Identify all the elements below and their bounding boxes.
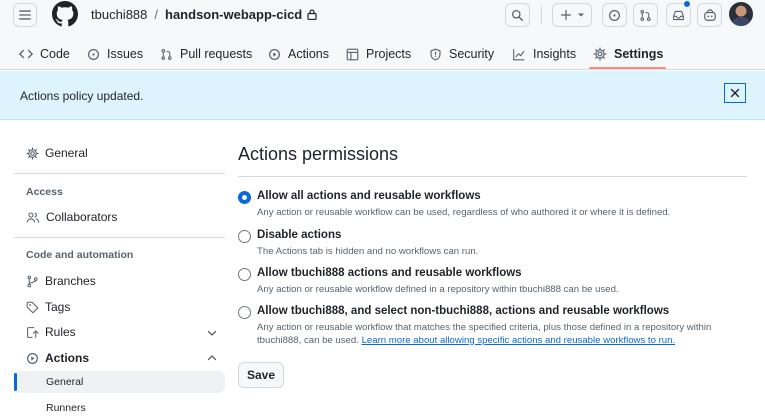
tab-label: Insights [533, 47, 577, 61]
copilot-icon [703, 8, 716, 21]
shield-icon [430, 48, 441, 60]
chevron-down-icon[interactable] [206, 327, 218, 339]
play-icon [27, 352, 38, 364]
option-description: Any action or reusable workflow can be u… [257, 207, 671, 218]
repo-owner-link[interactable]: tbuchi888 [91, 7, 147, 22]
copilot-button[interactable] [697, 3, 722, 27]
git-branch-icon [27, 275, 38, 287]
code-icon [19, 49, 33, 59]
tab-projects[interactable]: Projects [346, 38, 411, 70]
option-description: Any action or reusable workflow that mat… [257, 322, 752, 347]
notification-indicator [683, 0, 691, 8]
tab-label: Security [449, 47, 495, 61]
option-label[interactable]: Disable actions [257, 229, 341, 241]
sidebar-item-label: Branches [45, 274, 96, 288]
radio-allow-owner[interactable] [238, 268, 251, 281]
pull-request-icon [640, 9, 651, 21]
page-title: Actions permissions [238, 144, 399, 164]
tab-label: Pull requests [180, 47, 253, 61]
tag-icon [26, 301, 39, 313]
sidebar-heading-code-automation: Code and automation [26, 249, 134, 261]
option-description: Any action or reusable workflow defined … [257, 284, 619, 295]
lock-icon [307, 9, 317, 20]
sidebar-item-label: General [45, 146, 88, 160]
sidebar-subitem-runners[interactable]: Runners [14, 397, 225, 419]
play-icon [269, 48, 280, 60]
plus-icon [560, 9, 571, 21]
issue-opened-icon [88, 48, 99, 60]
tab-label: Actions [288, 47, 329, 61]
title-divider [238, 176, 747, 177]
tab-label: Projects [366, 47, 412, 61]
sidebar-item-branches[interactable]: Branches [26, 270, 96, 292]
option-label[interactable]: Allow tbuchi888, and select non-tbuchi88… [257, 305, 669, 317]
active-item-indicator [14, 373, 17, 391]
learn-more-link[interactable]: Learn more about allowing specific actio… [362, 335, 676, 346]
gear-icon [26, 146, 39, 160]
tab-label: Settings [614, 47, 664, 61]
sidebar-item-label: Rules [45, 325, 76, 339]
tab-code[interactable]: Code [19, 38, 70, 70]
sidebar-item-label: Collaborators [46, 210, 118, 224]
sidebar-subitem-label: General [46, 376, 84, 388]
tab-label: Issues [107, 47, 144, 61]
selected-tab-indicator [589, 67, 666, 69]
flash-message: Actions policy updated. [20, 89, 144, 103]
sidebar-item-actions[interactable]: Actions [26, 347, 89, 369]
tab-issues[interactable]: Issues [87, 38, 143, 70]
user-avatar[interactable] [729, 2, 753, 26]
git-pull-request-icon [161, 48, 172, 60]
repo-name-link[interactable]: handson-webapp-cicd [165, 7, 302, 22]
hamburger-menu-button[interactable] [13, 3, 37, 27]
people-icon [26, 212, 40, 223]
sidebar-item-label: Tags [45, 300, 71, 314]
tab-pull-requests[interactable]: Pull requests [160, 38, 252, 70]
create-new-button[interactable] [552, 3, 592, 27]
sidebar-item-rules[interactable]: Rules [26, 321, 76, 343]
radio-allow-select[interactable] [238, 306, 251, 319]
sidebar-item-label: Actions [45, 351, 90, 365]
option-description: The Actions tab is hidden and no workflo… [257, 246, 479, 257]
sidebar-item-general[interactable]: General [26, 142, 88, 164]
tab-insights[interactable]: Insights [512, 38, 576, 70]
tab-settings[interactable]: Settings [593, 38, 663, 70]
issues-button[interactable] [602, 3, 627, 27]
save-button[interactable]: Save [238, 362, 284, 388]
chevron-up-icon[interactable] [206, 352, 218, 364]
option-label[interactable]: Allow tbuchi888 actions and reusable wor… [257, 267, 522, 279]
pull-requests-button[interactable] [633, 3, 658, 27]
close-icon [730, 88, 740, 98]
sidebar-subitem-label: Runners [46, 402, 86, 414]
search-button[interactable] [505, 3, 530, 27]
header-divider [541, 6, 542, 24]
sidebar-item-collaborators[interactable]: Collaborators [26, 206, 117, 228]
radio-allow-all[interactable] [238, 191, 251, 204]
breadcrumb: tbuchi888 / handson-webapp-cicd [91, 7, 317, 22]
tab-security[interactable]: Security [429, 38, 494, 70]
sidebar-item-tags[interactable]: Tags [26, 296, 70, 318]
issue-icon [609, 9, 620, 21]
option-label[interactable]: Allow all actions and reusable workflows [257, 190, 481, 202]
search-icon [511, 9, 524, 21]
sidebar-divider [14, 237, 225, 238]
inbox-icon [673, 10, 684, 20]
graph-icon [513, 48, 525, 60]
radio-disable-actions[interactable] [238, 230, 251, 243]
sidebar-divider [14, 173, 225, 174]
flash-banner: Actions policy updated. [0, 71, 765, 120]
flash-close-button[interactable] [724, 83, 746, 103]
global-header: tbuchi888 / handson-webapp-cicd Code Iss… [0, 0, 765, 70]
tab-label: Code [40, 47, 70, 61]
breadcrumb-separator: / [154, 7, 159, 22]
gear-icon [593, 47, 607, 61]
table-icon [346, 48, 359, 60]
github-logo-icon[interactable] [52, 1, 78, 27]
sidebar-subitem-actions-general[interactable]: General [14, 371, 225, 393]
repo-push-icon [27, 326, 39, 338]
caret-down-icon [577, 13, 584, 17]
hamburger-icon [19, 10, 31, 20]
sidebar-heading-access: Access [26, 186, 63, 198]
settings-sidebar: General Access Collaborators Code and au… [0, 121, 230, 420]
tab-actions[interactable]: Actions [268, 38, 329, 70]
